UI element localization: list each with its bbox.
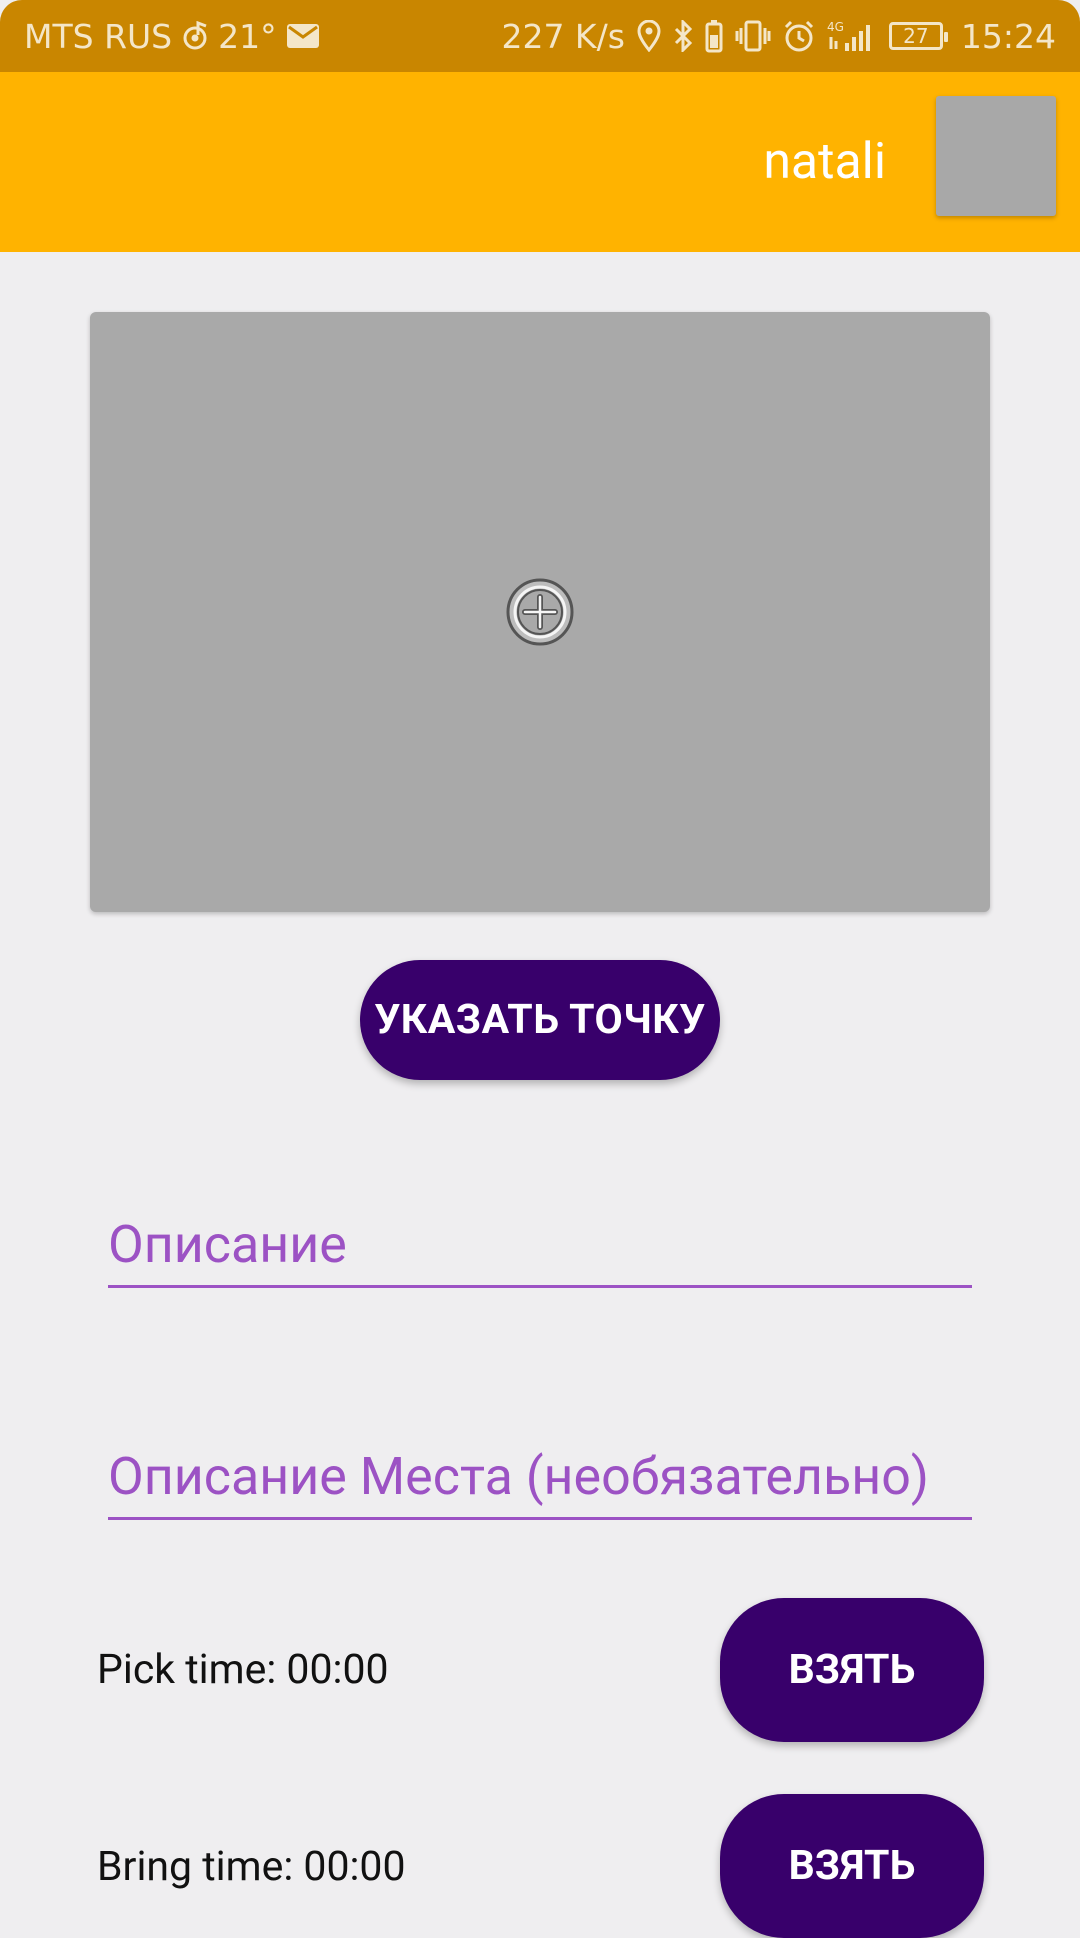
add-circle-icon[interactable] xyxy=(505,577,575,647)
bluetooth-icon xyxy=(673,20,693,52)
battery-level: 27 xyxy=(903,24,929,48)
temperature: 21° xyxy=(218,16,277,56)
carrier-name: MTS RUS xyxy=(24,16,173,56)
signal-icon: 4G xyxy=(827,19,877,53)
status-bar-left: MTS RUS 21° xyxy=(24,0,319,72)
pick-time-label: Pick time: 00:00 xyxy=(97,1646,389,1694)
bring-take-button[interactable]: ВЗЯТЬ xyxy=(720,1794,984,1938)
location-icon xyxy=(637,20,661,52)
vibrate-icon xyxy=(735,20,771,52)
status-bar: MTS RUS 21° 227 K/s 4G 27 15:24 xyxy=(0,0,1080,72)
network-speed: 227 K/s xyxy=(501,16,625,56)
description-field[interactable] xyxy=(108,1192,972,1288)
network-type: 4G xyxy=(827,20,844,34)
place-description-field[interactable] xyxy=(108,1424,972,1520)
clock: 15:24 xyxy=(960,16,1056,56)
description-input[interactable] xyxy=(108,1214,972,1275)
place-description-input[interactable] xyxy=(108,1446,972,1507)
set-point-button[interactable]: УКАЗАТЬ ТОЧКУ xyxy=(360,960,720,1080)
bring-time-label: Bring time: 00:00 xyxy=(97,1843,406,1891)
app-title: natali xyxy=(763,133,886,191)
alarm-icon xyxy=(783,20,815,52)
photo-placeholder[interactable] xyxy=(90,312,990,912)
music-note-icon xyxy=(182,21,208,51)
pick-take-button[interactable]: ВЗЯТЬ xyxy=(720,1598,984,1742)
avatar[interactable] xyxy=(936,96,1056,216)
mail-icon xyxy=(286,24,319,48)
app-bar: natali xyxy=(0,72,1080,252)
battery-icon: 27 xyxy=(888,22,948,50)
status-bar-right: 227 K/s 4G 27 15:24 xyxy=(501,0,1056,72)
battery-saver-icon xyxy=(705,19,723,53)
